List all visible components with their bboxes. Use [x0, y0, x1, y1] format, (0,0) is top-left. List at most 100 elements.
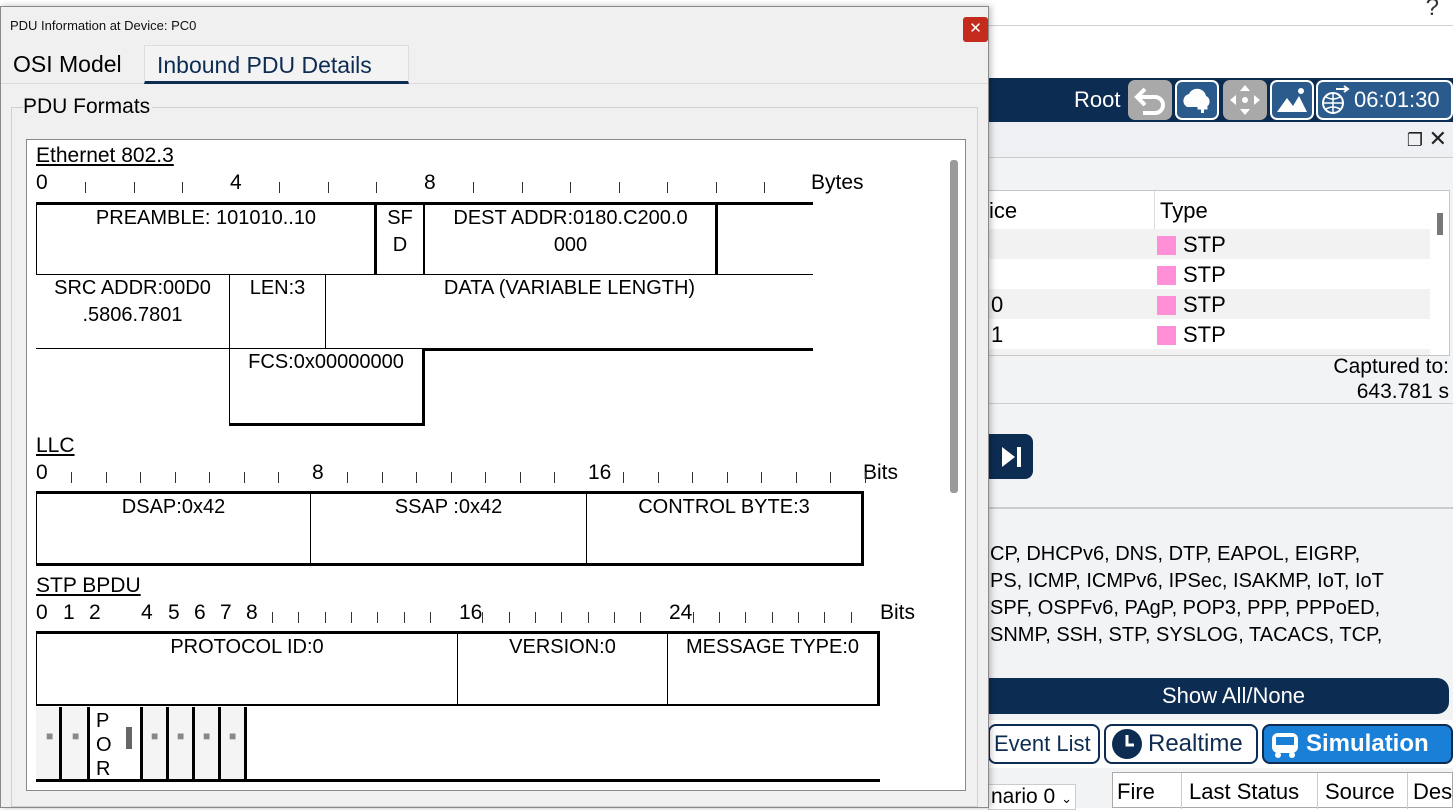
ruler-tick: [554, 472, 555, 483]
column-header-fire[interactable]: Fire: [1117, 779, 1155, 805]
column-header-destination[interactable]: Des: [1413, 779, 1452, 805]
dest-addr-field: DEST ADDR:0180.C200.0 000: [424, 202, 717, 277]
table-row[interactable]: 0 STP: [989, 289, 1430, 319]
ruler-tick: [618, 182, 620, 193]
pdu-list-table: Fire Last Status Source Des: [1112, 772, 1453, 809]
column-header-source[interactable]: Source: [1325, 779, 1395, 805]
stopwatch-icon: [1272, 733, 1298, 758]
close-button[interactable]: ✕: [963, 17, 988, 42]
new-cluster-button[interactable]: [1175, 80, 1219, 120]
ruler-unit: Bits: [863, 461, 899, 484]
ruler-tick: [508, 612, 510, 623]
restore-icon[interactable]: ❐: [1407, 130, 1423, 151]
ruler-tick: [403, 612, 405, 623]
set-background-button[interactable]: [1270, 80, 1314, 120]
event-list-button[interactable]: Event List: [988, 724, 1100, 764]
ruler-tick: [771, 612, 773, 623]
ethernet-section-title: Ethernet 802.3: [36, 144, 174, 167]
ruler-tick: [519, 472, 521, 483]
viewport-time-button[interactable]: 06:01:30: [1316, 80, 1453, 120]
chevron-down-icon: ⌄: [1061, 791, 1072, 806]
column-header-last-status[interactable]: Last Status: [1189, 779, 1299, 805]
scenario-area: nario 0 ⌄ Fire Last Status Source Des: [988, 768, 1453, 810]
sfd-field: SF D: [374, 202, 426, 277]
filter-protocols-line: SPF, OSPFv6, PAgP, POP3, PPP, PPPoED,: [990, 597, 1381, 619]
mode-switcher: Event List Realtime Simulation: [988, 720, 1453, 768]
ruler-tick: [764, 182, 765, 193]
move-object-button[interactable]: [1223, 80, 1267, 120]
protocol-id-field: PROTOCOL ID:0: [36, 631, 460, 707]
tab-inbound-pdu-details[interactable]: Inbound PDU Details: [144, 45, 409, 84]
ruler-tick: [719, 612, 721, 623]
preamble-field: PREAMBLE: 101010..10: [36, 202, 376, 277]
ruler-tick: [798, 612, 799, 623]
data-continuation: [36, 349, 232, 426]
column-header-device[interactable]: ice: [989, 191, 1155, 229]
type-color-swatch: [1157, 326, 1176, 345]
ruler-tick: [561, 612, 563, 623]
type-color-swatch: [1157, 266, 1176, 285]
ruler-tick: [416, 472, 417, 483]
ruler-tick: [482, 612, 484, 623]
ruler-tick: [667, 182, 668, 193]
ruler-tick: [105, 472, 107, 483]
ruler-tick: [174, 472, 176, 483]
version-field: VERSION:0: [458, 631, 670, 707]
realtime-button[interactable]: Realtime: [1104, 724, 1258, 764]
ruler-tick: [692, 612, 694, 623]
pdu-formats-scrollbar[interactable]: [950, 160, 958, 493]
close-icon: ✕: [969, 20, 982, 37]
ruler-tick: [692, 472, 693, 483]
globe-clock-icon: [1322, 85, 1350, 114]
scenario-select[interactable]: nario 0 ⌄: [988, 784, 1076, 810]
type-color-swatch: [1157, 296, 1176, 315]
pdu-formats-label: PDU Formats: [23, 95, 153, 119]
tab-osi-model[interactable]: OSI Model: [13, 51, 122, 78]
simulation-panel-header: ❐ ✕: [988, 122, 1453, 158]
filter-protocols-line: SNMP, SSH, STP, SYSLOG, TACACS, TCP,: [990, 624, 1383, 646]
ruler-tick: [726, 472, 728, 483]
ruler-tick: [278, 472, 279, 483]
ruler-tick: [298, 612, 300, 623]
simulation-button[interactable]: Simulation: [1262, 724, 1453, 764]
ruler-tick: [71, 472, 72, 483]
clock-time: 06:01:30: [1354, 87, 1440, 112]
ruler-tick: [521, 182, 523, 193]
control-byte-field: CONTROL BYTE:3: [587, 491, 864, 566]
flag-cell: ■: [36, 707, 62, 779]
ruler-tick: [347, 472, 348, 483]
flag-cell: ■: [221, 707, 247, 779]
ruler-tick: [324, 612, 326, 623]
llc-section-title: LLC: [36, 434, 75, 457]
table-row[interactable]: 1 STP: [989, 319, 1430, 349]
ruler-tick: [587, 612, 589, 623]
show-all-none-button[interactable]: Show All/None: [988, 678, 1449, 714]
ruler-tick: [473, 182, 474, 193]
cloud-add-icon: [1183, 88, 1210, 113]
ruler-tick: [745, 612, 747, 623]
pdu-formats-scroll-pane[interactable]: Ethernet 802.3 0 4 8 Bytes PREAMBLE: 101…: [26, 139, 966, 791]
ruler-tick: [133, 182, 135, 193]
column-header-type[interactable]: Type: [1155, 191, 1430, 229]
event-list-scrollbar[interactable]: [1437, 213, 1443, 235]
app-canvas-area: [988, 26, 1453, 78]
clock-icon: [1112, 729, 1142, 759]
ruler-tick: [429, 612, 431, 623]
back-button[interactable]: [1128, 80, 1172, 120]
ruler-tick: [795, 472, 797, 483]
captured-to-readout: Captured to: 643.781 s: [1333, 355, 1449, 403]
move-arrows-icon: [1230, 85, 1260, 115]
step-forward-button[interactable]: [988, 434, 1033, 479]
ruler-tick: [657, 472, 659, 483]
ruler-tick: [485, 472, 486, 483]
ruler-tick: [450, 472, 452, 483]
ruler-tick: [376, 182, 377, 193]
close-icon[interactable]: ✕: [1429, 126, 1447, 152]
port-role-flag-cell: POR: [90, 707, 143, 780]
flag-cell: ■: [62, 707, 90, 779]
table-row[interactable]: STP: [989, 229, 1430, 259]
help-icon[interactable]: ?: [1426, 0, 1439, 22]
ruler-tick: [209, 472, 210, 483]
table-row[interactable]: STP: [989, 259, 1430, 289]
pdu-information-dialog: PDU Information at Device: PC0 ✕ OSI Mod…: [0, 6, 989, 808]
